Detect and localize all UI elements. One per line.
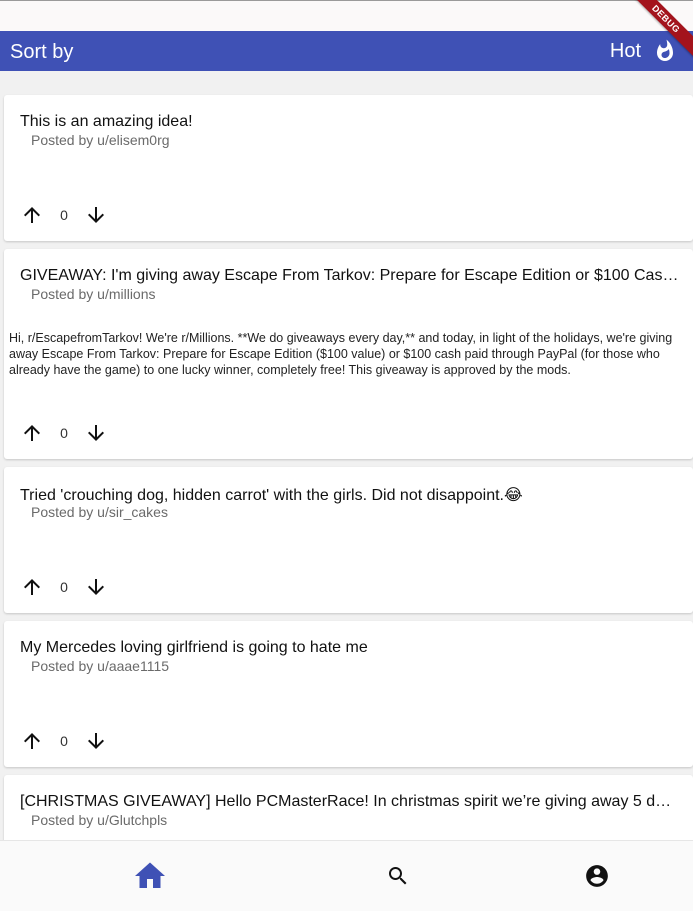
home-icon <box>134 862 165 888</box>
post-author[interactable]: Posted by u/Glutchpls <box>31 812 167 828</box>
nav-account[interactable] <box>481 841 693 911</box>
upvote-icon[interactable] <box>20 575 44 599</box>
search-icon <box>388 867 406 885</box>
vote-bar: 0 <box>20 575 108 599</box>
vote-score: 0 <box>60 579 68 595</box>
post-title[interactable]: GIVEAWAY: I'm giving away Escape From Ta… <box>20 267 680 285</box>
post-title[interactable]: This is an amazing idea! <box>20 113 680 131</box>
downvote-icon[interactable] <box>84 421 108 445</box>
post-feed[interactable]: This is an amazing idea! Posted by u/eli… <box>0 71 693 840</box>
upvote-icon[interactable] <box>20 729 44 753</box>
post-author[interactable]: Posted by u/sir_cakes <box>31 504 168 520</box>
vote-bar: 0 <box>20 203 108 227</box>
debug-banner: DEBUG <box>633 0 693 60</box>
vote-bar: 0 <box>20 421 108 445</box>
status-bar <box>0 0 693 31</box>
post-title[interactable]: Tried 'crouching dog, hidden carrot' wit… <box>20 485 680 505</box>
debug-banner-container: DEBUG <box>633 0 693 60</box>
account-circle-icon <box>585 865 608 887</box>
post-card[interactable]: Tried 'crouching dog, hidden carrot' wit… <box>4 467 693 613</box>
post-body: Hi, r/EscapefromTarkov! We're r/Millions… <box>9 331 673 377</box>
vote-score: 0 <box>60 733 68 749</box>
downvote-icon[interactable] <box>84 575 108 599</box>
sort-by-label: Sort by <box>10 41 74 63</box>
post-author[interactable]: Posted by u/millions <box>31 286 156 302</box>
post-author[interactable]: Posted by u/elisem0rg <box>31 132 170 148</box>
nav-home[interactable] <box>34 841 265 911</box>
post-card[interactable]: This is an amazing idea! Posted by u/eli… <box>4 95 693 241</box>
post-title[interactable]: My Mercedes loving girlfriend is going t… <box>20 639 680 657</box>
post-card[interactable]: GIVEAWAY: I'm giving away Escape From Ta… <box>4 249 693 459</box>
downvote-icon[interactable] <box>84 203 108 227</box>
bottom-navigation <box>0 840 693 911</box>
post-title[interactable]: [CHRISTMAS GIVEAWAY] Hello PCMasterRace!… <box>20 793 680 811</box>
post-card[interactable]: [CHRISTMAS GIVEAWAY] Hello PCMasterRace!… <box>4 775 693 840</box>
vote-score: 0 <box>60 207 68 223</box>
vote-bar: 0 <box>20 729 108 753</box>
upvote-icon[interactable] <box>20 203 44 227</box>
vote-score: 0 <box>60 425 68 441</box>
downvote-icon[interactable] <box>84 729 108 753</box>
app-bar: Sort by Hot <box>0 31 693 71</box>
nav-search[interactable] <box>282 841 513 911</box>
post-card[interactable]: My Mercedes loving girlfriend is going t… <box>4 621 693 767</box>
upvote-icon[interactable] <box>20 421 44 445</box>
post-author[interactable]: Posted by u/aaae1115 <box>31 658 169 674</box>
